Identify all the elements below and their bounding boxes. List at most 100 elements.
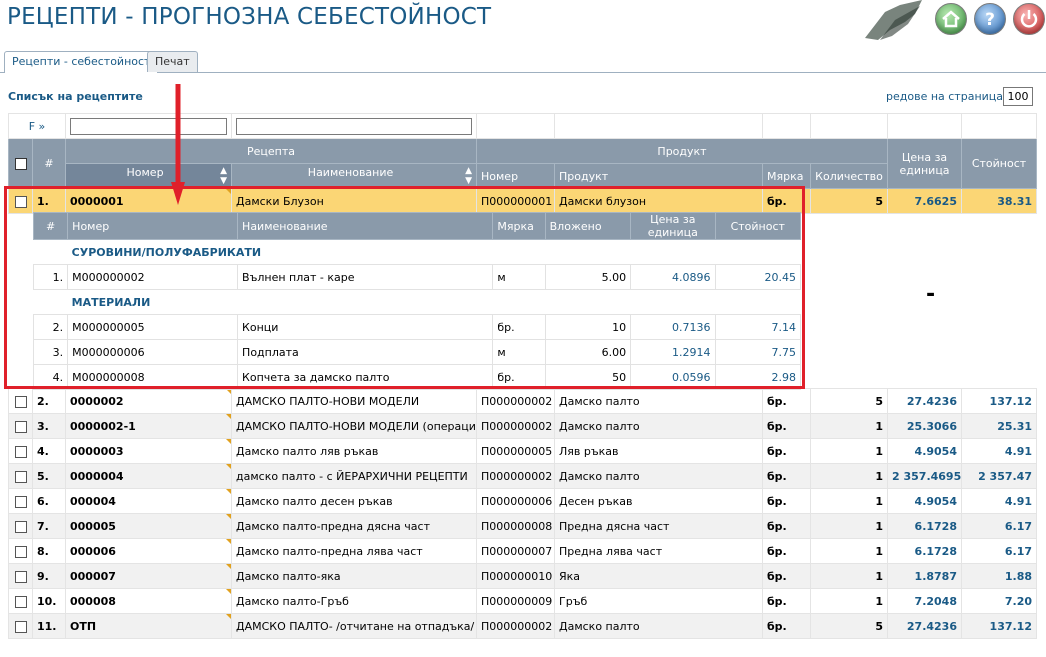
row-checkbox[interactable] xyxy=(14,495,27,508)
row-value: 7.20 xyxy=(961,588,1037,614)
col-product[interactable]: Продукт xyxy=(554,163,763,189)
row-checkbox[interactable] xyxy=(14,195,27,208)
help-button[interactable]: ? xyxy=(974,3,1006,35)
row-quantity: 5 xyxy=(810,388,888,414)
table-row[interactable]: 10. 000008 Дамско палто-Гръб П000000009 Гръб… xyxy=(8,588,1037,614)
row-index: 11. xyxy=(32,613,66,639)
detail-number: M000000002 xyxy=(67,264,239,290)
row-unit-price: 1.8787 xyxy=(887,563,962,589)
tab-bar: Рецепти - себестойност Печат xyxy=(0,50,1046,73)
table-row[interactable]: 11. ОТП ДАМСКО ПАЛТО- /отчитане на отпадък… xyxy=(8,613,1037,639)
row-checkbox[interactable] xyxy=(14,395,27,408)
col-prod-number[interactable]: Номер xyxy=(476,163,555,189)
row-index: 5. xyxy=(32,463,66,489)
row-unit: бр. xyxy=(762,388,811,414)
row-number: 000008 xyxy=(65,588,232,614)
row-number: ОТП xyxy=(65,613,232,639)
row-number: 000005 xyxy=(65,513,232,539)
row-unit: бр. xyxy=(762,563,811,589)
row-checkbox[interactable] xyxy=(14,445,27,458)
row-quantity: 1 xyxy=(810,563,888,589)
row-value: 4.91 xyxy=(961,438,1037,464)
row-checkbox[interactable] xyxy=(14,520,27,533)
row-unit-price: 27.4236 xyxy=(887,613,962,639)
col-number[interactable]: Номер ▲ ▼ xyxy=(65,163,232,189)
table-row[interactable]: 2. 0000002 ДАМСКО ПАЛТО-НОВИ МОДЕЛИ П000000… xyxy=(8,388,1037,414)
row-product: Предна дясна част xyxy=(554,513,763,539)
row-prod-number: П000000002 xyxy=(476,463,555,489)
tab-recipes-cost[interactable]: Рецепти - себестойност xyxy=(4,51,159,73)
detail-value: 7.14 xyxy=(714,314,802,340)
row-select-cell xyxy=(8,513,33,539)
rows-per-page-label: редове на страница » xyxy=(886,90,1013,103)
col-quantity[interactable]: Количество xyxy=(810,163,888,189)
table-row[interactable]: 1. 0000001 Дамски Блузон П000000001 Дамски б… xyxy=(8,188,1037,214)
filter-name-input[interactable] xyxy=(236,117,472,135)
row-checkbox[interactable] xyxy=(14,620,27,633)
recipe-detail-table: # Номер Наименование Мярка Вложено Цена … xyxy=(32,212,802,390)
detail-row: 2. M000000005 Конци бр. 10 0.7136 7.14 xyxy=(32,314,802,340)
table-row[interactable]: 3. 0000002-1 ДАМСКО ПАЛТО-НОВИ МОДЕЛИ (опе… xyxy=(8,413,1037,439)
detail-col-number: Номер xyxy=(67,212,239,240)
detail-index: 1. xyxy=(32,264,69,290)
filter-toggle[interactable]: F » xyxy=(8,113,66,139)
row-quantity: 1 xyxy=(810,588,888,614)
home-button[interactable] xyxy=(935,3,967,35)
col-unit-price[interactable]: Цена за единица xyxy=(887,138,962,189)
rows-per-page-input[interactable]: 100 xyxy=(1003,87,1033,106)
col-name[interactable]: Наименование ▲ ▼ xyxy=(231,163,477,189)
row-select-cell xyxy=(8,388,33,414)
row-prod-number: П000000007 xyxy=(476,538,555,564)
row-checkbox[interactable] xyxy=(14,595,27,608)
row-product: Дамски блузон xyxy=(554,188,763,214)
row-checkbox[interactable] xyxy=(14,570,27,583)
row-select-cell xyxy=(8,538,33,564)
logout-button[interactable] xyxy=(1013,3,1045,35)
row-quantity: 5 xyxy=(810,188,888,214)
row-index: 1. xyxy=(32,188,66,214)
table-row[interactable]: 7. 000005 Дамско палто-предна дясна част П0… xyxy=(8,513,1037,539)
table-row[interactable]: 5. 0000004 дамско палто - с ЙЕРАРХИЧНИ РЕЦ… xyxy=(8,463,1037,489)
filter-number-input[interactable] xyxy=(70,117,227,135)
row-unit: бр. xyxy=(762,538,811,564)
row-name: Дамско палто-предна дясна част xyxy=(231,513,477,539)
detail-number: M000000006 xyxy=(67,339,239,365)
col-unit[interactable]: Мярка xyxy=(762,163,811,189)
row-number: 0000004 xyxy=(65,463,232,489)
row-quantity: 1 xyxy=(810,538,888,564)
row-index: 6. xyxy=(32,488,66,514)
row-value: 137.12 xyxy=(961,388,1037,414)
filter-row: F » xyxy=(8,113,1037,139)
table-row[interactable]: 8. 000006 Дамско палто-предна лява част П00… xyxy=(8,538,1037,564)
row-unit: бр. xyxy=(762,413,811,439)
row-checkbox[interactable] xyxy=(14,545,27,558)
row-unit-price: 7.6625 xyxy=(887,188,962,214)
row-name: дамско палто - с ЙЕРАРХИЧНИ РЕЦЕПТИ xyxy=(231,463,477,489)
row-unit: бр. xyxy=(762,463,811,489)
col-hash: # xyxy=(32,138,66,189)
tab-print[interactable]: Печат xyxy=(147,51,198,72)
header-row: Номер ▲ ▼ Наименование ▲ ▼ Номер Продукт М… xyxy=(9,163,1037,189)
detail-side-value: - xyxy=(926,282,936,307)
power-icon xyxy=(1020,10,1038,28)
col-group-product: Продукт xyxy=(476,138,888,164)
table-row[interactable]: 9. 000007 Дамско палто-яка П000000010 Яка бр.… xyxy=(8,563,1037,589)
row-product: Дамско палто xyxy=(554,413,763,439)
detail-row: 3. M000000006 Подплата м 6.00 1.2914 7.75 xyxy=(32,339,802,365)
row-product: Дамско палто xyxy=(554,388,763,414)
detail-col-unit-price: Цена за единица xyxy=(630,212,716,240)
row-value: 6.17 xyxy=(961,538,1037,564)
group-spacer xyxy=(33,289,68,315)
table-row[interactable]: 4. 0000003 Дамско палто ляв ръкав П00000000… xyxy=(8,438,1037,464)
row-checkbox[interactable] xyxy=(14,470,27,483)
row-number: 0000002-1 xyxy=(65,413,232,439)
table-row[interactable]: 6. 000004 Дамско палто десен ръкав П0000000… xyxy=(8,488,1037,514)
detail-index: 3. xyxy=(32,339,69,365)
detail-value: 2.98 xyxy=(714,364,802,390)
sort-icon: ▲ ▼ xyxy=(220,166,227,186)
col-value[interactable]: Стойност xyxy=(961,138,1037,189)
row-number: 0000002 xyxy=(65,388,232,414)
row-checkbox[interactable] xyxy=(14,420,27,433)
row-select-cell xyxy=(8,413,33,439)
select-all-checkbox[interactable] xyxy=(14,158,27,170)
